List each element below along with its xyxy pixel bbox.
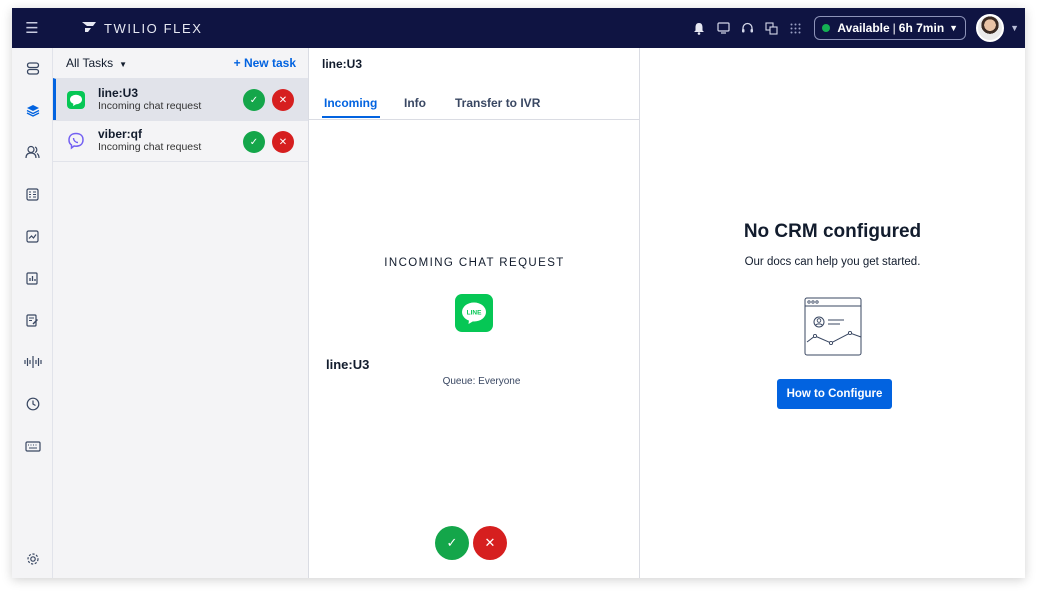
settings-icon[interactable] — [12, 545, 53, 573]
notes-icon[interactable] — [12, 306, 53, 334]
queue-label: Queue: Everyone — [442, 376, 521, 387]
keyboard-icon[interactable] — [12, 432, 53, 460]
queue-icon[interactable] — [12, 180, 53, 208]
top-bar-right: Available | 6h 7min ▼ ▼ — [688, 8, 1025, 48]
task-actions: ✓ ✕ — [236, 89, 294, 111]
translate-icon[interactable] — [760, 17, 782, 39]
task-name: line:U3 — [98, 85, 139, 100]
top-bar: ☰ TWILIO FLEX Available | 6h 7min ▼ ▼ — [12, 8, 1025, 48]
accept-button[interactable]: ✓ — [435, 526, 469, 560]
task-actions: ✓ ✕ — [236, 131, 294, 153]
task-text: viber:qf Incoming chat request — [98, 128, 201, 154]
task-list-header: All Tasks ▼ + New task — [53, 48, 308, 78]
clock-icon[interactable] — [12, 390, 53, 418]
task-name: viber:qf — [98, 127, 143, 141]
grid-icon[interactable] — [784, 17, 806, 39]
brand: TWILIO FLEX — [82, 21, 203, 36]
task-text: line:U3 Incoming chat request — [98, 85, 202, 113]
incoming-actions: ✓ ✕ — [435, 526, 511, 560]
flex-window: ☰ TWILIO FLEX Available | 6h 7min ▼ ▼ Al… — [12, 8, 1025, 578]
switch-icon[interactable] — [12, 54, 53, 82]
crm-panel: No CRM configured Our docs can help you … — [640, 48, 1025, 578]
activity-status-dropdown[interactable]: Available | 6h 7min ▼ — [814, 16, 967, 40]
task-tabs: Incoming Info Transfer to IVR — [309, 94, 640, 120]
monitor-icon[interactable] — [712, 17, 734, 39]
audio-icon[interactable] — [12, 348, 53, 376]
incoming-request-label: INCOMING CHAT REQUEST — [384, 257, 565, 269]
crm-illustration-icon — [804, 297, 862, 356]
task-subtitle: Incoming chat request — [98, 99, 202, 112]
accept-button[interactable]: ✓ — [243, 89, 265, 111]
status-separator: | — [892, 21, 896, 35]
menu-icon[interactable]: ☰ — [12, 8, 52, 48]
new-task-button[interactable]: + New task — [234, 56, 296, 70]
layers-icon[interactable] — [12, 96, 53, 124]
user-avatar[interactable] — [976, 14, 1005, 42]
task-item[interactable]: line:U3 Incoming chat request ✓ ✕ — [53, 78, 308, 120]
accept-button[interactable]: ✓ — [243, 131, 265, 153]
chevron-down-icon: ▼ — [949, 23, 959, 33]
active-tab-indicator — [322, 116, 380, 118]
report-icon[interactable] — [12, 264, 53, 292]
chart-icon[interactable] — [12, 222, 53, 250]
task-detail-panel: line:U3 Incoming Info Transfer to IVR IN… — [309, 48, 640, 578]
incoming-task-name: line:U3 — [326, 357, 370, 372]
task-item[interactable]: viber:qf Incoming chat request ✓ ✕ — [53, 120, 308, 162]
task-subtitle: Incoming chat request — [98, 141, 202, 153]
caret-down-icon: ▼ — [119, 60, 128, 69]
reject-button[interactable]: ✕ — [473, 526, 507, 560]
chevron-down-icon[interactable]: ▼ — [1010, 23, 1019, 33]
line-logo-icon: LINE — [455, 294, 493, 332]
bell-icon[interactable] — [688, 17, 710, 39]
reject-button[interactable]: ✕ — [272, 89, 294, 111]
agents-icon[interactable] — [12, 138, 53, 166]
task-filter-dropdown[interactable]: All Tasks ▼ — [66, 56, 127, 70]
line-icon — [66, 90, 86, 110]
viber-icon — [66, 131, 86, 151]
crm-title: No CRM configured — [743, 221, 922, 242]
task-title: line:U3 — [322, 57, 363, 71]
headset-icon[interactable] — [736, 17, 758, 39]
reject-button[interactable]: ✕ — [272, 131, 294, 153]
status-time: 6h 7min — [898, 21, 945, 35]
how-to-configure-button[interactable]: How to Configure — [777, 379, 892, 409]
brand-name: TWILIO FLEX — [104, 20, 203, 36]
tab-incoming[interactable]: Incoming — [324, 96, 377, 110]
status-dot-icon — [822, 24, 831, 32]
twilio-flex-logo-icon — [82, 22, 96, 32]
task-filter-label: All Tasks — [66, 56, 114, 70]
status-label: Available — [837, 21, 890, 35]
tab-info[interactable]: Info — [404, 96, 426, 110]
side-nav — [12, 48, 53, 578]
tab-transfer-to-ivr[interactable]: Transfer to IVR — [455, 96, 540, 110]
line-logo-text: LINE — [467, 310, 482, 317]
task-list-panel: All Tasks ▼ + New task line:U3 Incoming c… — [53, 48, 309, 578]
crm-subtitle: Our docs can help you get started. — [744, 256, 921, 268]
